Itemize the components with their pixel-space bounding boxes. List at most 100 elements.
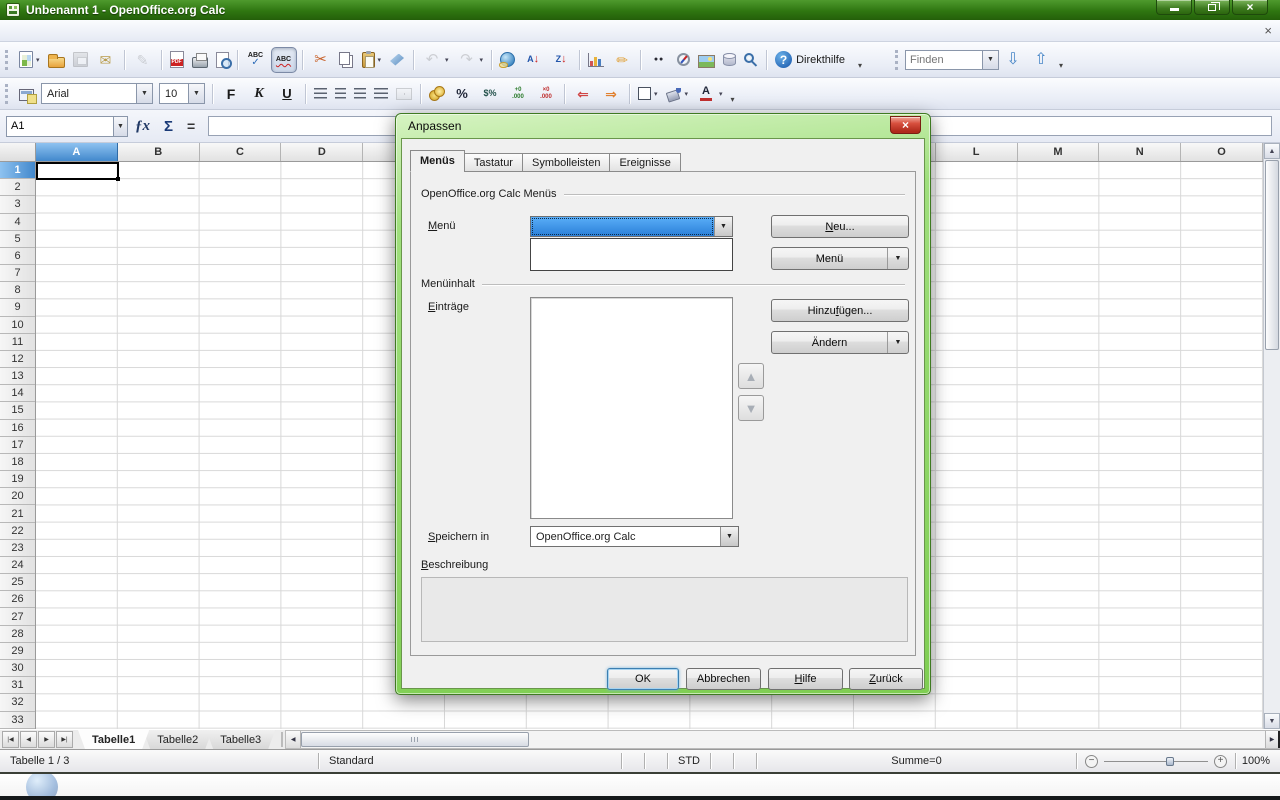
- dialog-tab-tastatur[interactable]: Tastatur: [464, 153, 523, 172]
- row-header-12[interactable]: 12: [0, 351, 35, 368]
- row-header-13[interactable]: 13: [0, 368, 35, 385]
- print-button[interactable]: [189, 47, 211, 73]
- find-next-button[interactable]: ⇩: [1000, 47, 1026, 73]
- menu-combobox-dropdown[interactable]: ▼: [714, 217, 732, 236]
- row-header-19[interactable]: 19: [0, 471, 35, 488]
- next-sheet-button[interactable]: ▶: [38, 731, 55, 748]
- sort-ascending-button[interactable]: A↓: [520, 47, 546, 73]
- dialog-tab-symbolleisten[interactable]: Symbolleisten: [522, 153, 610, 172]
- column-header-d[interactable]: D: [281, 143, 363, 161]
- sheet-tab-tabelle1[interactable]: Tabelle1: [78, 730, 149, 749]
- previous-sheet-button[interactable]: ◀: [20, 731, 37, 748]
- column-header-o[interactable]: O: [1181, 143, 1263, 161]
- select-all-corner[interactable]: [0, 143, 36, 162]
- dropdown-arrow-icon[interactable]: ▾: [378, 56, 382, 64]
- paste-button[interactable]: ▾: [359, 47, 385, 73]
- cancel-button[interactable]: Abbrechen: [686, 668, 761, 690]
- format-paintbrush-button[interactable]: [386, 47, 408, 73]
- italic-button[interactable]: K: [246, 81, 272, 107]
- scroll-left-icon[interactable]: ◀: [286, 731, 301, 748]
- row-header-24[interactable]: 24: [0, 557, 35, 574]
- menu-dropdown-list[interactable]: [530, 238, 733, 271]
- row-header-28[interactable]: 28: [0, 626, 35, 643]
- name-box-dropdown[interactable]: ▼: [113, 117, 127, 136]
- save-in-dropdown[interactable]: ▼: [720, 527, 738, 546]
- underline-button[interactable]: U: [274, 81, 300, 107]
- navigator-button[interactable]: [674, 47, 693, 73]
- help-button[interactable]: ?Direkthilfe: [772, 47, 853, 73]
- row-header-20[interactable]: 20: [0, 488, 35, 505]
- find-replace-button[interactable]: ●●: [646, 47, 672, 73]
- save-in-combobox[interactable]: OpenOffice.org Calc ▼: [530, 526, 739, 547]
- menu-combobox[interactable]: ▼: [530, 216, 733, 237]
- row-header-3[interactable]: 3: [0, 196, 35, 213]
- add-button[interactable]: Hinzufügen...: [771, 299, 909, 322]
- row-header-21[interactable]: 21: [0, 505, 35, 522]
- column-header-m[interactable]: M: [1018, 143, 1100, 161]
- row-header-26[interactable]: 26: [0, 591, 35, 608]
- row-header-10[interactable]: 10: [0, 317, 35, 334]
- column-header-c[interactable]: C: [200, 143, 282, 161]
- vertical-scrollbar[interactable]: ▲ ▼: [1263, 143, 1280, 729]
- delete-decimal-button[interactable]: ×0 .000: [533, 81, 559, 107]
- dropdown-arrow-icon[interactable]: ▾: [654, 90, 658, 98]
- toolbar-options-icon[interactable]: ▾: [1059, 61, 1063, 70]
- column-header-b[interactable]: B: [118, 143, 200, 161]
- add-decimal-button[interactable]: +0 .000: [505, 81, 531, 107]
- row-header-1[interactable]: 1: [0, 162, 35, 179]
- dropdown-arrow-icon[interactable]: ▾: [36, 56, 40, 64]
- row-header-31[interactable]: 31: [0, 677, 35, 694]
- new-button[interactable]: Neu...: [771, 215, 909, 238]
- page-style[interactable]: Standard: [319, 750, 621, 772]
- email-button[interactable]: ✉: [93, 47, 119, 73]
- row-header-16[interactable]: 16: [0, 420, 35, 437]
- dropdown-arrow-icon[interactable]: ▾: [685, 90, 689, 98]
- row-header-2[interactable]: 2: [0, 179, 35, 196]
- font-size-combo-dropdown[interactable]: ▼: [188, 84, 204, 103]
- dropdown-arrow-icon[interactable]: ▾: [445, 56, 449, 64]
- export-pdf-button[interactable]: PDF: [167, 47, 187, 73]
- bold-button[interactable]: F: [218, 81, 244, 107]
- restore-button[interactable]: [1194, 0, 1230, 15]
- sum-icon[interactable]: Σ: [164, 118, 173, 135]
- row-header-6[interactable]: 6: [0, 248, 35, 265]
- toolbar-options-icon[interactable]: ▾: [731, 95, 735, 104]
- cut-button[interactable]: ✂: [308, 47, 334, 73]
- toolbar-grip[interactable]: [5, 84, 10, 104]
- row-header-9[interactable]: 9: [0, 299, 35, 316]
- zoom-slider-thumb[interactable]: [1166, 757, 1174, 766]
- document-close-icon[interactable]: ×: [1264, 23, 1272, 38]
- autospellcheck-button[interactable]: ABC: [271, 47, 297, 73]
- find-input[interactable]: [906, 52, 982, 68]
- align-left-button[interactable]: [311, 81, 330, 107]
- toolbar-grip[interactable]: [5, 50, 10, 70]
- selection-mode[interactable]: STD: [668, 750, 710, 772]
- dialog-close-button[interactable]: ×: [890, 116, 921, 134]
- styles-button[interactable]: [16, 81, 37, 107]
- align-right-button[interactable]: [351, 81, 369, 107]
- background-color-button[interactable]: ▾: [663, 81, 692, 107]
- row-header-32[interactable]: 32: [0, 694, 35, 711]
- zoom-in-icon[interactable]: +: [1214, 755, 1227, 768]
- selected-cell[interactable]: [36, 162, 119, 180]
- dropdown-arrow-icon[interactable]: ▾: [480, 56, 484, 64]
- font-color-button[interactable]: A▾: [693, 81, 726, 107]
- font-name-combo-dropdown[interactable]: ▼: [136, 84, 152, 103]
- menu-button-dropdown[interactable]: ▼: [887, 248, 908, 269]
- scroll-up-icon[interactable]: ▲: [1264, 143, 1280, 159]
- gallery-button[interactable]: [695, 47, 718, 73]
- row-header-14[interactable]: 14: [0, 385, 35, 402]
- dialog-tab-menüs[interactable]: Menüs: [410, 150, 465, 172]
- menu-button[interactable]: Menü▼: [771, 247, 909, 270]
- spellcheck-button[interactable]: ABC✓: [243, 47, 269, 73]
- function-wizard-icon[interactable]: ƒx: [135, 118, 150, 135]
- row-header-4[interactable]: 4: [0, 214, 35, 231]
- borders-button[interactable]: ▾: [635, 81, 661, 107]
- row-header-11[interactable]: 11: [0, 334, 35, 351]
- first-sheet-button[interactable]: |◀: [2, 731, 19, 748]
- last-sheet-button[interactable]: ▶|: [56, 731, 73, 748]
- data-sources-button[interactable]: [720, 47, 739, 73]
- vertical-scroll-thumb[interactable]: [1265, 160, 1279, 350]
- find-dropdown-button[interactable]: ▼: [982, 51, 998, 69]
- dropdown-arrow-icon[interactable]: ▾: [719, 90, 723, 98]
